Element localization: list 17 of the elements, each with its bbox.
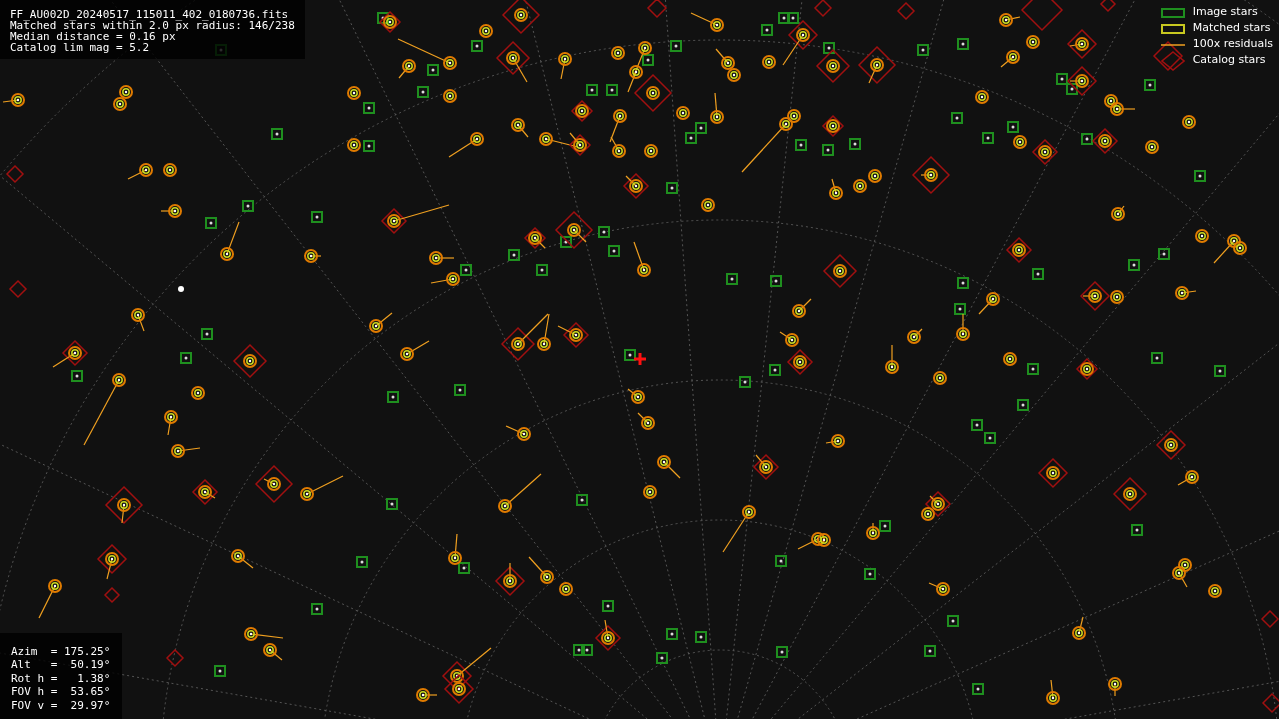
rectangle-icon <box>1160 23 1185 34</box>
info-text: Catalog lim mag = 5.2 <box>10 42 151 53</box>
legend-label: Image stars <box>1192 4 1258 21</box>
pointing-text: FOV h = 53.65° <box>11 685 111 699</box>
pointing-text: FOV v = 29.97° <box>11 698 111 712</box>
pointing-text: Alt = 50.19° <box>11 658 111 672</box>
pointing-text: Rot h = 1.38° <box>11 671 111 685</box>
legend-label: 100x residuals <box>1192 36 1273 53</box>
diamond-icon <box>1160 50 1185 71</box>
info-text: Median distance = 0.16 px <box>10 31 176 42</box>
info-text: FF_AU002D_20240517_115011_402_0180736.fits <box>10 9 290 20</box>
info-text: Matched stars within 2.0 px radius: 146/238 <box>10 20 295 31</box>
legend-label: Catalog stars <box>1192 52 1266 69</box>
square-icon <box>1160 7 1185 18</box>
line-icon <box>1160 43 1185 46</box>
legend-label: Matched stars <box>1192 20 1271 37</box>
pointing-text: Azim = 175.25° <box>11 644 111 658</box>
